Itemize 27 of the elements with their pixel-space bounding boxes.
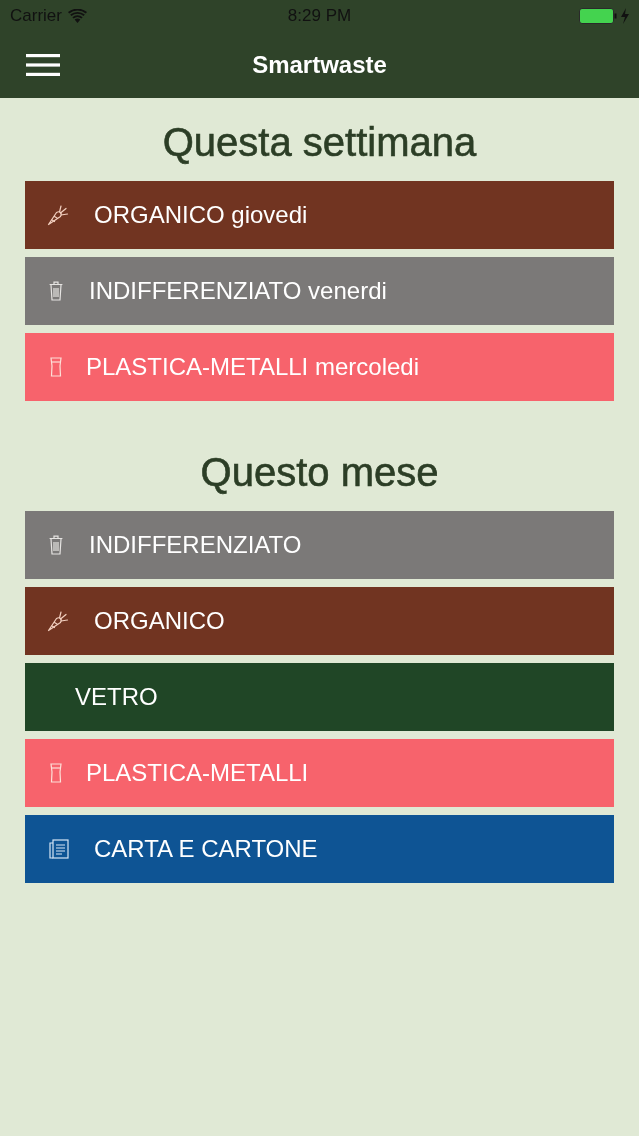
waste-type-label: INDIFFERENZIATO — [89, 531, 302, 559]
waste-collection-row[interactable]: INDIFFERENZIATO — [25, 511, 614, 579]
battery-icon — [579, 7, 631, 25]
waste-type-label: VETRO — [75, 683, 158, 711]
waste-collection-row[interactable]: VETRO — [25, 663, 614, 731]
waste-collection-row[interactable]: ORGANICO — [25, 587, 614, 655]
menu-icon[interactable] — [26, 54, 60, 76]
waste-type-label: PLASTICA-METALLI mercoledi — [86, 353, 419, 381]
waste-collection-row[interactable]: ORGANICO giovedi — [25, 181, 614, 249]
waste-type-label: CARTA E CARTONE — [94, 835, 318, 863]
waste-collection-row[interactable]: CARTA E CARTONE — [25, 815, 614, 883]
waste-type-label: PLASTICA-METALLI — [86, 759, 309, 787]
section-heading: Questa settimana — [161, 119, 478, 165]
waste-type-label: ORGANICO giovedi — [94, 201, 308, 229]
carrot-icon — [47, 204, 69, 226]
glass-icon — [50, 763, 62, 783]
app-title: Smartwaste — [252, 51, 387, 79]
trash-icon — [49, 535, 63, 555]
waste-type-label: INDIFFERENZIATO venerdi — [89, 277, 387, 305]
carrot-icon — [47, 610, 69, 632]
waste-collection-row[interactable]: INDIFFERENZIATO venerdi — [25, 257, 614, 325]
section-heading: Questo mese — [199, 449, 440, 495]
waste-type-label: ORGANICO — [94, 607, 225, 635]
trash-icon — [49, 281, 63, 301]
glass-icon — [50, 357, 62, 377]
document-icon — [49, 839, 69, 859]
wifi-icon — [67, 9, 87, 23]
